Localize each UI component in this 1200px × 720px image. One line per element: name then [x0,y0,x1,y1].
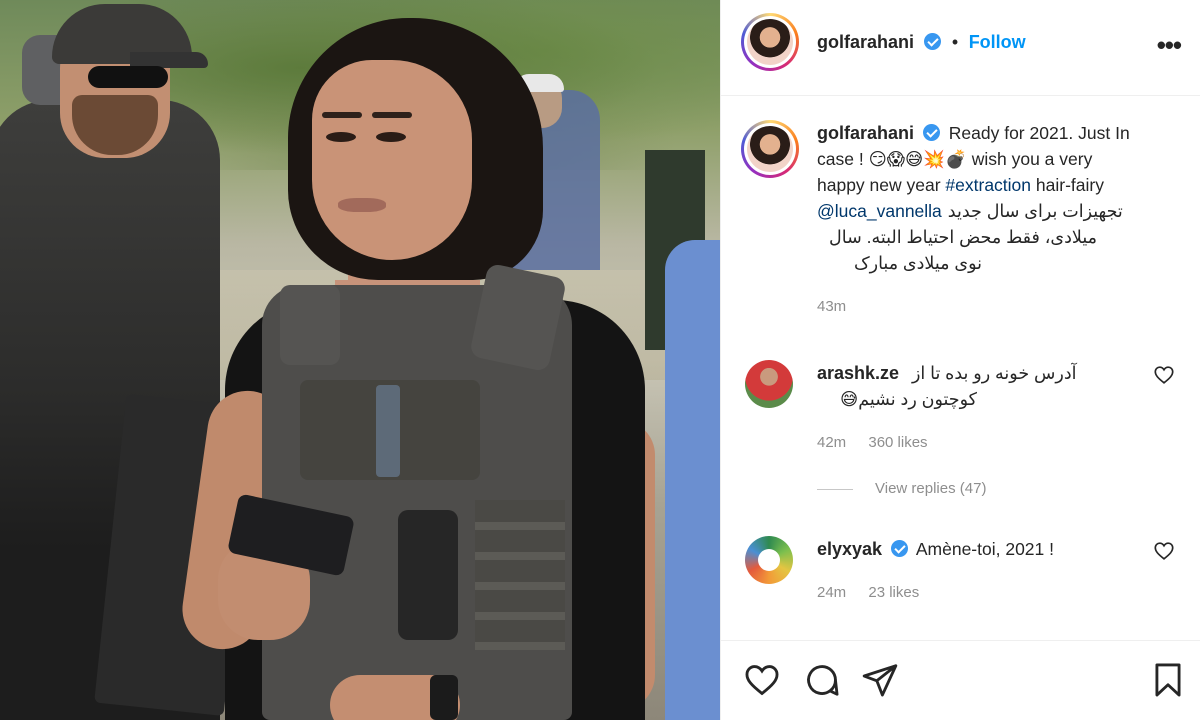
share-icon[interactable] [861,661,899,699]
wrist-watch [430,675,458,720]
comment-likes[interactable]: 360 likes [868,434,927,451]
woman-eye-left [326,132,356,142]
heart-icon[interactable] [743,661,781,699]
woman-brow-left [322,112,362,118]
caption-line-3: happy new year [817,175,946,195]
comment-text-line-2: کوچتون رد نشیم😅 [840,389,977,409]
header-username[interactable]: golfarahani [817,32,914,52]
post-side-panel: golfarahani • Follow ••• golfarahani Rea… [720,0,1200,720]
caption-rtl-line-2: میلادی، فقط محض احتیاط البته. سال [829,227,1097,247]
comment-meta: 42m 360 likes [817,430,1137,456]
post-photo[interactable] [0,0,720,720]
comment-body: arashk.ze آدرس خونه رو بده تا از کوچتون … [817,360,1137,456]
hashtag-link[interactable]: #extraction [945,175,1031,195]
vest-webbing [475,500,565,650]
bookmark-icon[interactable] [1149,661,1187,699]
view-replies-button[interactable]: View replies (47) [817,480,986,497]
caption-username[interactable]: golfarahani [817,123,914,143]
post-header: golfarahani • Follow ••• [721,0,1200,96]
verified-badge-icon [890,540,908,557]
header-avatar[interactable] [741,13,799,71]
caption-timestamp[interactable]: 43m [817,294,1177,320]
vest-knife [376,385,400,477]
vest-radio [398,510,458,640]
comment-meta: 24m 23 likes [817,580,1137,606]
woman-brow-right [372,112,412,118]
caption-line-2: case ! [817,149,869,169]
caption-avatar[interactable] [741,120,799,178]
caption-emoji: 😏😱😅💥💣 [868,149,967,169]
comment-like-heart-icon[interactable] [1153,364,1175,386]
caption-avatar-image [747,126,793,172]
more-dots-icon[interactable]: ••• [1157,30,1182,61]
header-user-line: golfarahani • Follow [817,32,1026,53]
comment-text-line-1: آدرس خونه رو بده تا از [911,363,1077,383]
comment-time[interactable]: 42m [817,434,846,451]
follow-button[interactable]: Follow [969,32,1026,52]
right-person [665,240,720,720]
comment-icon[interactable] [803,661,841,699]
left-person-sunglasses [88,66,168,88]
caption-rtl-line-3: نوی میلادی مبارک [853,253,982,273]
vest-strap-left [280,285,340,365]
comment-avatar[interactable] [745,360,793,408]
woman-face [312,60,472,260]
comment-text: Amène-toi, 2021 ! [915,539,1054,559]
post-actions-bar [721,640,1200,720]
comment-time[interactable]: 24m [817,584,846,601]
comment-username[interactable]: arashk.ze [817,363,899,383]
comment-likes[interactable]: 23 likes [868,584,919,601]
caption-line-1: Ready for 2021. Just In [948,123,1130,143]
avatar-image [747,19,793,65]
verified-badge-icon [922,124,940,141]
caption-rtl-line-1: تجهیزات برای سال جدید [947,201,1123,221]
verified-badge-icon [924,33,942,50]
mention-link[interactable]: @luca_vannella [817,198,942,224]
comment-avatar[interactable] [745,536,793,584]
caption-text: golfarahani Ready for 2021. Just In case… [817,120,1177,320]
comment-body: elyxyak Amène-toi, 2021 ! 24m 23 likes [817,536,1137,606]
woman-eye-right [376,132,406,142]
woman-lips [338,198,386,212]
header-separator: • [951,32,959,52]
caption-line-2-rest: wish you a very [966,149,1093,169]
comment-like-heart-icon[interactable] [1153,540,1175,562]
caption-line-3-rest: hair-fairy [1031,175,1104,195]
comment-username[interactable]: elyxyak [817,539,882,559]
